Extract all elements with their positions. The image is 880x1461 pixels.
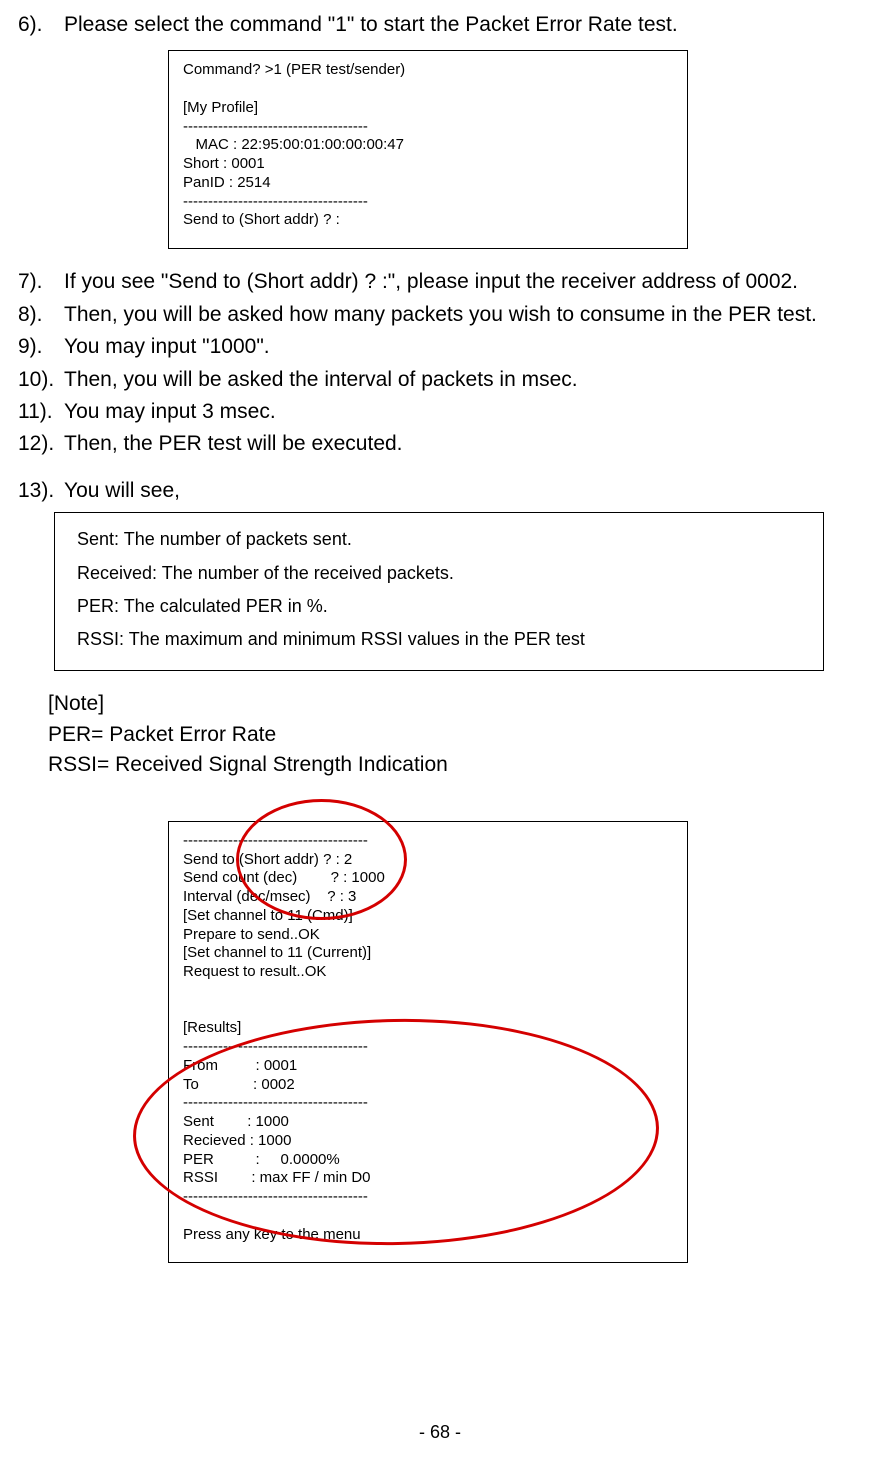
step-11: 11). You may input 3 msec. [18, 397, 862, 427]
step-number: 6). [18, 10, 64, 40]
legend-per: PER: The calculated PER in %. [77, 590, 801, 623]
step-text: You will see, [64, 476, 862, 506]
step-13: 13). You will see, [18, 476, 862, 506]
legend-rssi: RSSI: The maximum and minimum RSSI value… [77, 623, 801, 656]
step-number: 8). [18, 300, 64, 330]
note-heading: [Note] [48, 689, 862, 719]
step-text: If you see "Send to (Short addr) ? :", p… [64, 267, 862, 297]
step-10: 10). Then, you will be asked the interva… [18, 365, 862, 395]
step-text: Then, the PER test will be executed. [64, 429, 862, 459]
terminal-output-profile: Command? >1 (PER test/sender) [My Profil… [168, 50, 688, 249]
step-6: 6). Please select the command "1" to sta… [18, 10, 862, 40]
page-number: - 68 - [0, 1422, 880, 1443]
step-text: Please select the command "1" to start t… [64, 10, 862, 40]
step-number: 9). [18, 332, 64, 362]
step-number: 12). [18, 429, 64, 459]
step-number: 7). [18, 267, 64, 297]
legend-box: Sent: The number of packets sent. Receiv… [54, 512, 824, 671]
legend-sent: Sent: The number of packets sent. [77, 523, 801, 556]
document-page: 6). Please select the command "1" to sta… [0, 0, 880, 1461]
step-number: 11). [18, 397, 64, 427]
step-number: 13). [18, 476, 64, 506]
note-per-definition: PER= Packet Error Rate [48, 720, 862, 750]
step-text: You may input "1000". [64, 332, 862, 362]
step-8: 8). Then, you will be asked how many pac… [18, 300, 862, 330]
legend-received: Received: The number of the received pac… [77, 557, 801, 590]
step-text: You may input 3 msec. [64, 397, 862, 427]
note-rssi-definition: RSSI= Received Signal Strength Indicatio… [48, 750, 862, 780]
step-12: 12). Then, the PER test will be executed… [18, 429, 862, 459]
terminal-output-results: ------------------------------------- Se… [168, 821, 688, 1264]
step-number: 10). [18, 365, 64, 395]
step-7: 7). If you see "Send to (Short addr) ? :… [18, 267, 862, 297]
step-text: Then, you will be asked the interval of … [64, 365, 862, 395]
step-9: 9). You may input "1000". [18, 332, 862, 362]
step-text: Then, you will be asked how many packets… [64, 300, 862, 330]
